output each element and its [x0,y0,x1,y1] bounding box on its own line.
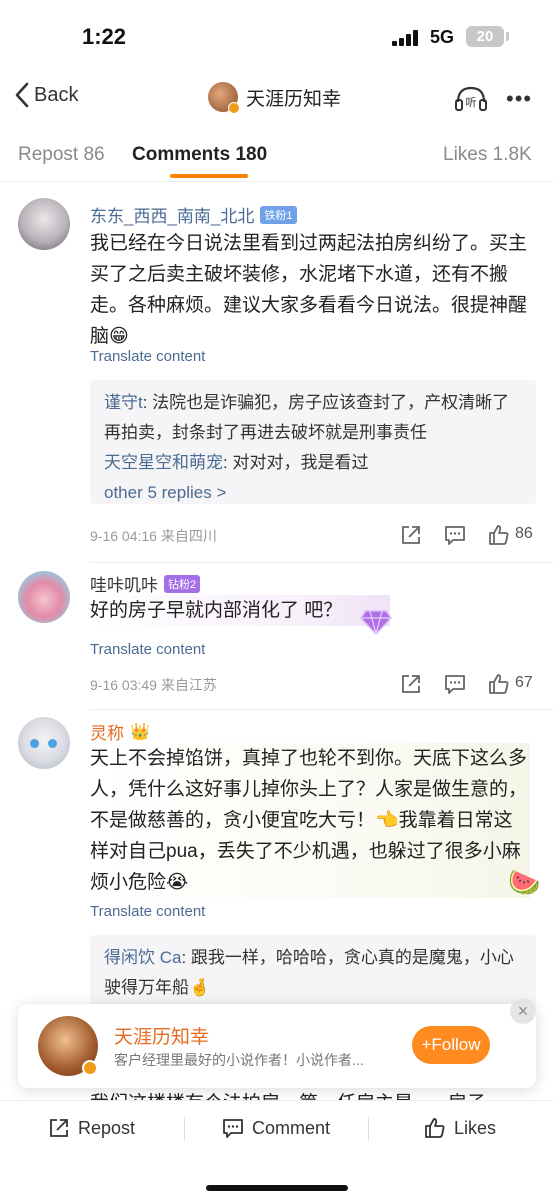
comment-header: 东东_西西_南南_北北 铁粉1 [90,202,297,227]
reply-user[interactable]: 得闲饮 Ca [104,948,181,967]
divider [90,562,554,563]
repost-icon [50,1119,68,1137]
share-icon[interactable] [400,673,422,695]
close-icon[interactable]: × [510,998,536,1024]
signal-icon [392,30,418,46]
author-avatar [208,82,240,114]
fan-badge: 铁粉1 [260,205,297,224]
like-icon[interactable] [488,524,510,546]
crown-icon: 👑 [130,723,150,741]
repost-button[interactable]: Repost [48,1117,135,1139]
separator [368,1117,369,1141]
comment-label: Comment [252,1117,331,1138]
reply-user[interactable]: 天空星空和萌宠 [104,453,223,472]
reply-text: : 对对对，我是看过 [223,453,369,472]
chevron-left-icon [15,82,29,108]
likes-label: Likes [454,1117,497,1138]
reply-box[interactable]: 得闲饮 Ca: 跟我一样，哈哈哈，贪心真的是魔鬼，小心驶得万年船🤞 [90,935,536,1007]
more-replies-link[interactable]: other 5 replies > [104,478,522,508]
author-name: 天涯历知幸 [246,88,342,110]
follow-card: 天涯历知幸 客户经理里最好的小说作者！小说作者... +Follow × [18,998,536,1088]
translate-link[interactable]: Translate content [90,903,205,920]
like-icon [425,1118,445,1138]
partial-comment-text: 我们这楼楼有个法拍房，第一任房主是...，房子 [90,1088,540,1100]
comment-text: 我已经在今日说法里看到过两起法拍房纠纷了。买主买了之后卖主破坏装修，水泥堵下水道… [90,233,528,347]
reply-user[interactable]: 谨守t [104,393,143,412]
author-avatar[interactable] [38,1016,98,1076]
like-count: 67 [515,674,533,691]
like-count: 86 [515,525,533,542]
follow-card-name[interactable]: 天涯历知幸 [114,1022,209,1049]
cat-eye [48,739,57,748]
listen-icon[interactable]: 听 [454,84,488,114]
reply-item: 谨守t: 法院也是诈骗犯，房子应该查封了，产权清晰了再拍卖，封条封了再进去破坏就… [104,388,522,448]
comment-text: 好的房子早就内部消化了 吧？ [90,595,390,626]
username[interactable]: 哇咔叽咔 [90,571,158,596]
verified-icon [82,1060,98,1076]
fan-badge: 钻粉2 [164,574,201,593]
avatar[interactable] [18,717,70,769]
comment-button[interactable]: Comment [222,1117,330,1139]
comment-actions: 67 [400,673,540,697]
translate-link[interactable]: Translate content [90,348,205,365]
status-time: 1:22 [82,24,127,49]
comment-header: 灵称 👑 [90,719,150,744]
back-button[interactable]: Back [14,82,78,108]
divider [90,709,554,710]
comment-text: 天上不会掉馅饼，真掉了也轮不到你。天底下这么多人，凭什么这好事儿掉你头上了？人家… [90,743,530,898]
follow-button[interactable]: +Follow [412,1026,490,1064]
comment-header: 哇咔叽咔 钻粉2 [90,571,201,596]
diamond-icon [360,610,392,635]
follow-card-description: 客户经理里最好的小说作者！小说作者... [114,1052,364,1068]
battery-icon: 20 [466,26,504,47]
like-icon[interactable] [488,673,510,695]
reply-item: 天空星空和萌宠: 对对对，我是看过 [104,448,522,478]
tab-likes[interactable]: Likes 1.8K [443,144,532,166]
comment-meta: 9-16 04:16 来自四川 [90,528,217,544]
comment-icon[interactable] [444,524,466,546]
cat-eye [30,739,39,748]
more-icon[interactable]: ••• [506,86,532,112]
reply-item: 得闲饮 Ca: 跟我一样，哈哈哈，贪心真的是魔鬼，小心驶得万年船🤞 [104,943,522,1003]
verified-icon [228,102,240,114]
separator [184,1117,185,1141]
back-label: Back [34,83,79,106]
tab-comments[interactable]: Comments 180 [132,144,267,166]
bottom-bar: Repost Comment Likes [0,1100,554,1200]
home-indicator [206,1185,348,1191]
watermelon-icon: 🍉 [508,867,541,897]
repost-label: Repost [78,1117,136,1138]
status-bar: 1:22 5G 20 [0,0,554,72]
comment-actions: 86 [400,524,540,548]
reply-box[interactable]: 谨守t: 法院也是诈骗犯，房子应该查封了，产权清晰了再拍卖，封条封了再进去破坏就… [90,380,536,504]
username[interactable]: 东东_西西_南南_北北 [90,202,254,227]
tab-repost[interactable]: Repost 86 [18,144,105,166]
avatar[interactable] [18,571,70,623]
likes-button[interactable]: Likes [424,1117,496,1139]
tab-bar: Repost 86 Comments 180 Likes 1.8K [0,134,554,182]
active-tab-indicator [170,174,248,178]
avatar[interactable] [18,198,70,250]
translate-link[interactable]: Translate content [90,641,205,658]
comment-icon[interactable] [444,673,466,695]
reply-text: : 法院也是诈骗犯，房子应该查封了，产权清晰了再拍卖，封条封了再进去破坏就是刑事… [104,393,510,442]
battery-tip [506,32,509,41]
network-label: 5G [430,27,455,47]
nav-bar: Back 天涯历知幸 听 ••• [0,72,554,126]
comment-icon [223,1119,243,1138]
comment-meta: 9-16 03:49 来自江苏 [90,677,217,693]
username[interactable]: 灵称 [90,719,124,744]
svg-text:听: 听 [466,96,477,109]
nav-title[interactable]: 天涯历知幸 [208,82,342,114]
share-icon[interactable] [400,524,422,546]
